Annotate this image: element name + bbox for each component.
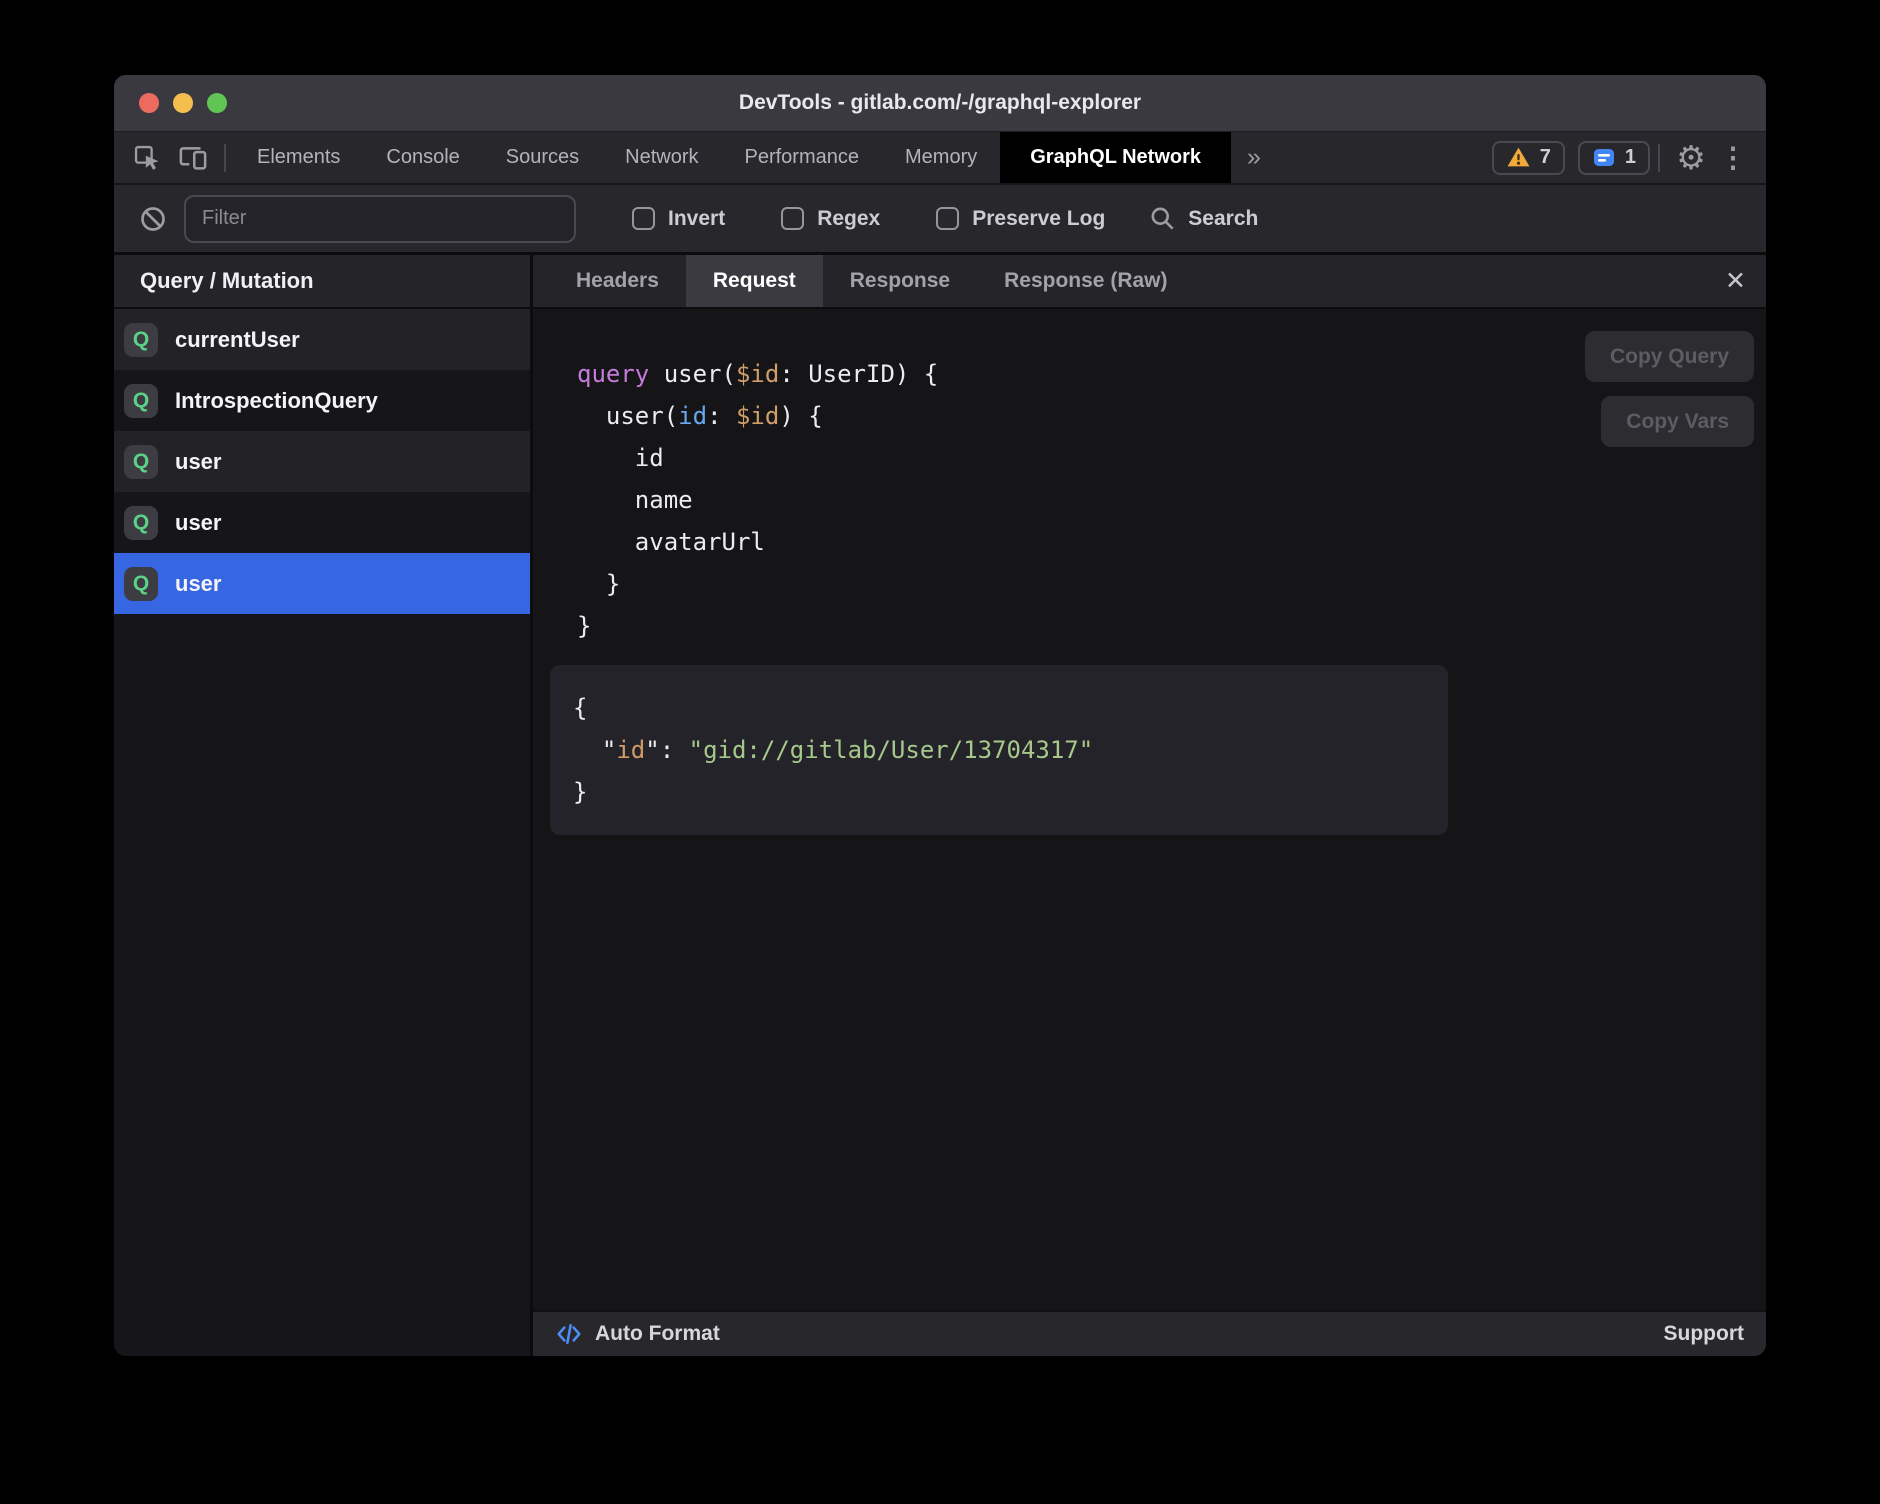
filter-bar: Invert Regex Preserve Log Search xyxy=(114,183,1766,255)
query-name: user xyxy=(175,510,221,536)
query-type-badge: Q xyxy=(124,323,158,357)
code-brackets-icon xyxy=(555,1320,583,1348)
support-link[interactable]: Support xyxy=(1664,1322,1744,1346)
clear-filter-button[interactable] xyxy=(130,185,176,252)
copy-query-button[interactable]: Copy Query xyxy=(1585,331,1754,382)
sidebar: Query / Mutation QcurrentUserQIntrospect… xyxy=(114,255,533,1356)
checkbox-label: Preserve Log xyxy=(972,207,1105,231)
checkbox-label: Invert xyxy=(668,207,725,231)
tab-performance[interactable]: Performance xyxy=(722,132,883,183)
tab-graphql-network[interactable]: GraphQL Network xyxy=(1000,132,1231,183)
request-tab-strip: HeadersRequestResponseResponse (Raw) ✕ xyxy=(533,255,1766,309)
settings-gear-icon[interactable]: ⚙ xyxy=(1668,132,1714,183)
code-line: query user($id: UserID) { xyxy=(577,353,938,395)
query-name: IntrospectionQuery xyxy=(175,388,378,414)
query-type-badge: Q xyxy=(124,445,158,479)
warning-count: 7 xyxy=(1540,146,1551,169)
request-panel: HeadersRequestResponseResponse (Raw) ✕ C… xyxy=(533,255,1766,1356)
request-tab-list: HeadersRequestResponseResponse (Raw) xyxy=(549,255,1195,307)
auto-format-label: Auto Format xyxy=(595,1322,720,1346)
tab-elements[interactable]: Elements xyxy=(234,132,363,183)
title-bar: DevTools - gitlab.com/-/graphql-explorer xyxy=(114,75,1766,132)
query-type-badge: Q xyxy=(124,506,158,540)
sidebar-header: Query / Mutation xyxy=(114,255,530,309)
variables-json: { "id": "gid://gitlab/User/13704317"} xyxy=(573,687,1448,813)
query-name: user xyxy=(175,449,221,475)
warnings-badge[interactable]: 7 xyxy=(1492,141,1565,175)
tab-network[interactable]: Network xyxy=(602,132,721,183)
close-window-button[interactable] xyxy=(139,93,159,113)
device-toolbar-button[interactable] xyxy=(170,132,216,183)
auto-format-button[interactable]: Auto Format xyxy=(555,1320,720,1348)
code-line: user(id: $id) { xyxy=(577,395,938,437)
graphql-query-code: query user($id: UserID) { user(id: $id) … xyxy=(577,353,938,647)
close-panel-icon[interactable]: ✕ xyxy=(1725,255,1746,307)
devtools-window: DevTools - gitlab.com/-/graphql-explorer… xyxy=(114,75,1766,1356)
code-line: { xyxy=(573,687,1448,729)
invert-checkbox[interactable]: Invert xyxy=(632,207,725,231)
tab-memory[interactable]: Memory xyxy=(882,132,1000,183)
query-list-item-1-introspectionquery[interactable]: Q IntrospectionQuery xyxy=(114,370,530,431)
window-title: DevTools - gitlab.com/-/graphql-explorer xyxy=(739,91,1141,115)
code-line: } xyxy=(573,771,1448,813)
request-tab-response-raw[interactable]: Response (Raw) xyxy=(977,255,1194,307)
query-list-item-2-user[interactable]: Quser xyxy=(114,431,530,492)
devtools-tabs: ElementsConsoleSourcesNetworkPerformance… xyxy=(234,132,1231,183)
devtools-tab-bar: ElementsConsoleSourcesNetworkPerformance… xyxy=(114,132,1766,183)
code-line: } xyxy=(577,563,938,605)
query-type-badge: Q xyxy=(124,567,158,601)
code-line: name xyxy=(577,479,938,521)
search-icon xyxy=(1149,205,1176,232)
code-line: id xyxy=(577,437,938,479)
regex-checkbox[interactable]: Regex xyxy=(781,207,880,231)
query-type-badge: Q xyxy=(124,384,158,418)
tab-console[interactable]: Console xyxy=(363,132,482,183)
checkbox-box xyxy=(936,207,959,230)
checkbox-label: Regex xyxy=(817,207,880,231)
device-toolbar-icon xyxy=(178,143,208,173)
issue-count: 1 xyxy=(1625,146,1636,169)
traffic-lights xyxy=(139,75,227,131)
minimize-window-button[interactable] xyxy=(173,93,193,113)
footer-bar: Auto Format Support xyxy=(533,1310,1766,1356)
code-line: "id": "gid://gitlab/User/13704317" xyxy=(573,729,1448,771)
main-content: Query / Mutation QcurrentUserQIntrospect… xyxy=(114,255,1766,1356)
query-list-item-4-user[interactable]: Quser xyxy=(114,553,530,614)
copy-vars-button[interactable]: Copy Vars xyxy=(1601,396,1754,447)
filter-input[interactable] xyxy=(184,195,576,243)
warning-triangle-icon xyxy=(1506,145,1531,170)
toolbar-divider xyxy=(224,144,226,172)
inspect-cursor-icon xyxy=(132,143,162,173)
toolbar-divider xyxy=(1658,144,1660,172)
query-name: user xyxy=(175,571,221,597)
message-icon xyxy=(1592,146,1616,170)
more-tabs-chevron[interactable]: » xyxy=(1231,143,1277,172)
variables-box: { "id": "gid://gitlab/User/13704317"} xyxy=(550,665,1448,835)
code-line: } xyxy=(577,605,938,647)
copy-buttons: Copy Query Copy Vars xyxy=(1585,331,1754,447)
checkbox-box xyxy=(781,207,804,230)
tab-bar-right: 7 1 ⚙ ⋮ xyxy=(1479,132,1766,183)
preserve-log-checkbox[interactable]: Preserve Log xyxy=(936,207,1105,231)
query-list: QcurrentUserQIntrospectionQueryQuserQuse… xyxy=(114,309,530,614)
request-tab-headers[interactable]: Headers xyxy=(549,255,686,307)
search-label: Search xyxy=(1188,207,1258,231)
request-tab-request[interactable]: Request xyxy=(686,255,823,307)
kebab-menu-icon[interactable]: ⋮ xyxy=(1714,132,1752,183)
request-body: Copy Query Copy Vars query user($id: Use… xyxy=(533,309,1766,1310)
request-tab-response[interactable]: Response xyxy=(823,255,977,307)
maximize-window-button[interactable] xyxy=(207,93,227,113)
checkbox-box xyxy=(632,207,655,230)
inspect-element-button[interactable] xyxy=(124,132,170,183)
code-line: avatarUrl xyxy=(577,521,938,563)
block-icon xyxy=(139,205,167,233)
search-button[interactable]: Search xyxy=(1149,205,1258,232)
query-list-item-0-currentuser[interactable]: QcurrentUser xyxy=(114,309,530,370)
query-name: currentUser xyxy=(175,327,300,353)
tab-sources[interactable]: Sources xyxy=(483,132,602,183)
query-list-item-3-user[interactable]: Quser xyxy=(114,492,530,553)
issues-badge[interactable]: 1 xyxy=(1578,141,1650,175)
